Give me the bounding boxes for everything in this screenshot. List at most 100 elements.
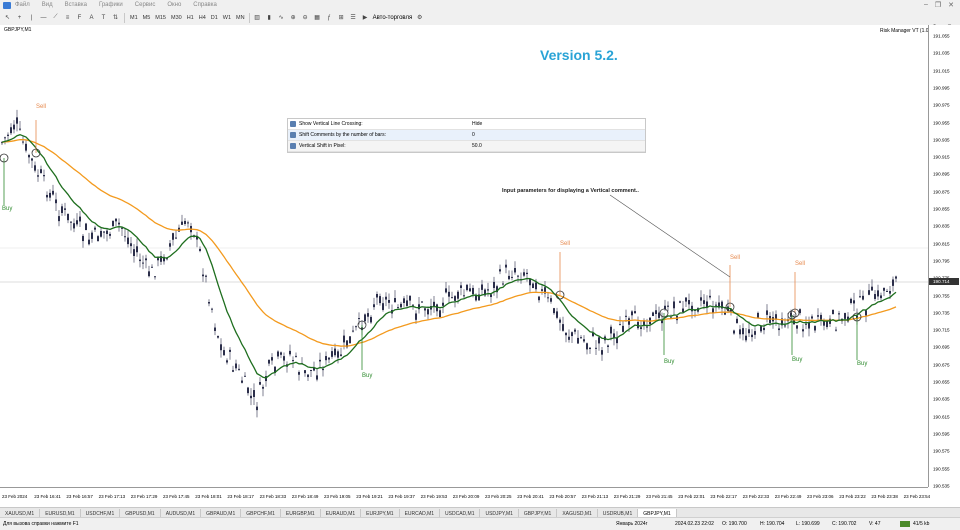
crosshair-icon[interactable]: +: [15, 13, 24, 22]
timeframe-mn[interactable]: MN: [236, 15, 245, 21]
candle-body: [280, 352, 282, 355]
candle-body: [868, 290, 870, 295]
param-row[interactable]: Vertical Shift in Pixel: 50.0: [288, 141, 645, 152]
price-axis[interactable]: 191.055 191.035 191.015 190.995 190.975 190.9…: [928, 25, 960, 488]
timeframe-m1[interactable]: M1: [130, 15, 138, 21]
candle-body: [634, 311, 636, 314]
trendline-icon[interactable]: ⟋: [51, 13, 60, 22]
param-row[interactable]: Shift Comments by the number of bars: 0: [288, 130, 645, 141]
price-tick-label: 190.635: [933, 396, 950, 402]
time-axis[interactable]: 23 Feb 2024 23 Feb 16:41 23 Feb 16:57 23 Fe…: [0, 487, 930, 508]
candle-body: [412, 304, 414, 306]
candle-body: [811, 316, 813, 319]
param-value[interactable]: Hide: [472, 121, 482, 127]
menu-item-view[interactable]: Вид: [42, 2, 53, 8]
candle-body: [205, 275, 207, 277]
arrows-icon[interactable]: ⇅: [111, 13, 120, 22]
fibonacci-icon[interactable]: F: [75, 13, 84, 22]
cursor-icon[interactable]: ↖: [3, 13, 12, 22]
candle-body: [319, 359, 321, 362]
candle-body: [508, 275, 510, 280]
candle-body: [364, 314, 366, 322]
candle-body: [460, 285, 462, 288]
auto-trading-button[interactable]: Авто-торговля: [373, 15, 413, 21]
toolbar-separator: [124, 12, 125, 23]
candle-body: [124, 236, 126, 238]
candle-body: [742, 328, 744, 335]
input-parameters-table: Show Vertical Line Crossing: Hide Shift …: [287, 118, 646, 153]
candle-body: [424, 308, 426, 311]
candlestick-icon[interactable]: ▮: [265, 13, 274, 22]
param-value[interactable]: 50.0: [472, 143, 482, 149]
chart-symbol-label: GBPJPY,M1: [4, 27, 32, 33]
timeframe-d1[interactable]: D1: [211, 15, 218, 21]
candle-body: [805, 323, 807, 325]
time-tick-label: 23 Feb 18:33: [259, 494, 287, 499]
param-value[interactable]: 0: [472, 132, 475, 138]
param-row[interactable]: Show Vertical Line Crossing: Hide: [288, 119, 645, 130]
candle-body: [631, 311, 633, 316]
candle-body: [745, 335, 747, 341]
timeframe-m30[interactable]: M30: [171, 15, 182, 21]
menu-item-insert[interactable]: Вставка: [65, 2, 87, 8]
candle-body: [511, 276, 513, 278]
status-open: O: 190.700: [722, 521, 747, 527]
timeframe-m15[interactable]: M15: [155, 15, 166, 21]
candle-body: [403, 298, 405, 304]
zoom-out-icon[interactable]: ⊖: [301, 13, 310, 22]
bar-chart-icon[interactable]: ▥: [253, 13, 262, 22]
tile-windows-icon[interactable]: ▦: [313, 13, 322, 22]
timeframe-h1[interactable]: H1: [187, 15, 194, 21]
price-tick-label: 190.895: [933, 171, 950, 177]
candle-body: [892, 279, 894, 286]
candle-body: [67, 213, 69, 221]
label-icon[interactable]: T: [99, 13, 108, 22]
options-icon[interactable]: ⚙: [415, 13, 424, 22]
time-tick-label: 23 Feb 18:01: [195, 494, 222, 499]
timeframe-h4[interactable]: H4: [199, 15, 206, 21]
candle-body: [268, 360, 270, 364]
menu-item-charts[interactable]: Графики: [99, 2, 123, 8]
chart-area[interactable]: GBPJPY,M1 Risk Manager VT (1.0) Version …: [0, 25, 960, 507]
candle-body: [277, 351, 279, 357]
current-price-marker: 190.714: [929, 278, 959, 285]
candle-body: [469, 288, 471, 292]
timeframe-w1[interactable]: W1: [223, 15, 231, 21]
menu-item-file[interactable]: Файл: [15, 2, 30, 8]
menu-item-tools[interactable]: Сервис: [135, 2, 156, 8]
status-profile[interactable]: Январь 2024г: [616, 521, 647, 527]
menu-item-window[interactable]: Окно: [167, 2, 181, 8]
candle-body: [127, 237, 129, 245]
minimize-icon[interactable]: –: [924, 1, 928, 9]
candle-body: [862, 295, 864, 300]
candle-body: [415, 313, 417, 320]
navigator-icon[interactable]: ☰: [349, 13, 358, 22]
channel-icon[interactable]: ≡: [63, 13, 72, 22]
candle-body: [760, 326, 762, 332]
candle-body: [685, 297, 687, 302]
zoom-in-icon[interactable]: ⊕: [289, 13, 298, 22]
candle-body: [151, 266, 153, 268]
candle-body: [79, 216, 81, 222]
price-chart[interactable]: [0, 25, 928, 487]
restore-icon[interactable]: ❐: [935, 1, 941, 9]
text-icon[interactable]: A: [87, 13, 96, 22]
time-tick-label: 23 Feb 20:09: [452, 494, 480, 499]
status-traffic: 41/5 kb: [913, 521, 930, 527]
horizontal-line-icon[interactable]: —: [39, 13, 48, 22]
close-icon[interactable]: ✕: [948, 1, 954, 9]
line-chart-icon[interactable]: ∿: [277, 13, 286, 22]
vertical-line-icon[interactable]: |: [27, 13, 36, 22]
new-order-icon[interactable]: ⊞: [337, 13, 346, 22]
menu-item-help[interactable]: Справка: [193, 2, 217, 8]
candle-body: [673, 301, 675, 309]
candle-body: [298, 372, 300, 375]
candle-body: [739, 329, 741, 335]
indicators-icon[interactable]: ƒ: [325, 13, 334, 22]
price-tick-label: 190.915: [933, 154, 950, 160]
timeframe-m5[interactable]: M5: [143, 15, 151, 21]
candle-body: [538, 296, 540, 301]
candle-body: [337, 351, 339, 358]
auto-trading-icon[interactable]: ▶: [361, 13, 370, 22]
annotation-text: Input parameters for displaying a Vertic…: [502, 188, 639, 194]
